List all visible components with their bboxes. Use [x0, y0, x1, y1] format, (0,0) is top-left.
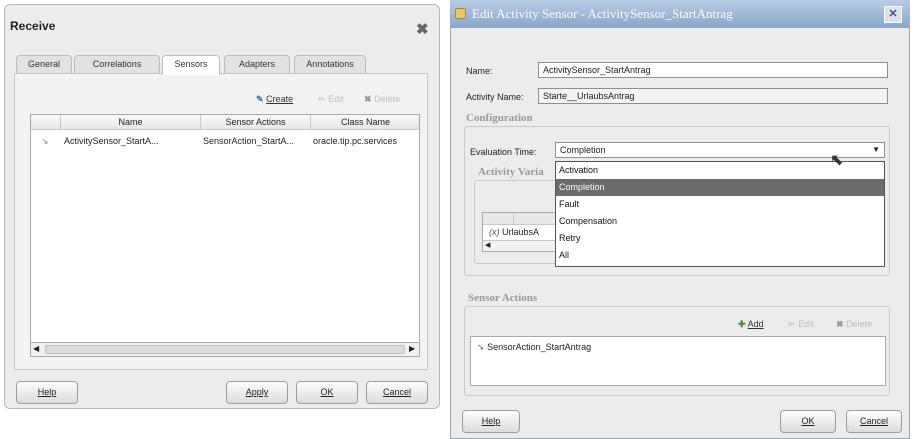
variables-table: (x) UrlaubsA ◀	[482, 212, 563, 252]
help-label: Help	[481, 416, 501, 426]
option-all[interactable]: All	[556, 247, 884, 264]
column-header-class-name[interactable]: Class Name	[311, 115, 419, 130]
sensor-actions-list: ➘ SensorAction_StartAntrag	[470, 336, 886, 386]
pencil-icon: ✏	[788, 319, 796, 329]
receive-title: Receive	[10, 19, 56, 33]
edit-action-button[interactable]: ✏ Edit	[788, 319, 814, 330]
sensor-icon: ↘	[41, 136, 49, 146]
row-name: ActivitySensor_StartA...	[64, 136, 159, 146]
ok-label: OK	[320, 387, 334, 397]
activity-name-label: Activity Name:	[466, 92, 524, 102]
create-label: Create	[266, 94, 294, 104]
tab-annotations[interactable]: Annotations	[294, 55, 366, 74]
edit-action-label: Edit	[798, 319, 814, 329]
create-button[interactable]: ✎ Create	[256, 94, 293, 105]
help-label: Help	[37, 387, 57, 397]
edit-label: Edit	[328, 94, 344, 104]
ok-button[interactable]: OK	[296, 381, 358, 404]
activity-name-field: Starte__UrlaubsAntrag	[538, 88, 888, 104]
ok-button[interactable]: OK	[780, 410, 836, 433]
variables-table-header	[483, 213, 563, 225]
cancel-label: Cancel	[859, 416, 888, 426]
option-compensation[interactable]: Compensation	[556, 213, 884, 230]
variable-icon: (x)	[489, 227, 500, 237]
variables-scrollbar[interactable]: ◀	[483, 240, 563, 251]
close-icon[interactable]: ✕	[884, 6, 902, 23]
option-fault[interactable]: Fault	[556, 196, 884, 213]
delete-action-label: Delete	[846, 319, 873, 329]
table-header-blank	[31, 115, 61, 130]
sensors-table: Name Sensor Actions Class Name ↘ Activit…	[30, 114, 420, 357]
add-button[interactable]: ✚ Add	[738, 319, 764, 330]
apply-button[interactable]: Apply	[226, 381, 288, 404]
scroll-thumb[interactable]	[45, 345, 405, 354]
ok-label: OK	[801, 416, 815, 426]
scroll-left-icon[interactable]: ◀	[33, 344, 39, 353]
sensor-action-name: SensorAction_StartAntrag	[487, 342, 592, 352]
activity-variables-title: Activity Varia	[478, 166, 544, 178]
evaluation-time-label: Evaluation Time:	[470, 147, 537, 157]
edit-button[interactable]: ✏ Edit	[318, 94, 344, 105]
tab-general[interactable]: General	[16, 55, 72, 74]
tab-correlations[interactable]: Correlations	[74, 55, 160, 74]
option-retry[interactable]: Retry	[556, 230, 884, 247]
table-row[interactable]: ↘ ActivitySensor_StartA... SensorAction_…	[31, 133, 419, 149]
row-sensor-actions: SensorAction_StartA...	[203, 136, 295, 146]
variable-name: UrlaubsA	[502, 227, 540, 237]
horizontal-scrollbar[interactable]: ◀ ▶	[30, 342, 420, 357]
help-button[interactable]: Help	[16, 381, 78, 404]
option-completion[interactable]: Completion	[556, 179, 884, 196]
help-button[interactable]: Help	[462, 410, 520, 433]
apply-label: Apply	[245, 387, 269, 397]
list-item[interactable]: ➘ SensorAction_StartAntrag	[477, 342, 591, 353]
delete-action-button[interactable]: ✖ Delete	[836, 319, 872, 330]
column-header-name[interactable]: Name	[61, 115, 201, 130]
scroll-right-icon[interactable]: ▶	[409, 344, 415, 353]
dialog-app-icon	[455, 8, 466, 19]
tab-adapters[interactable]: Adapters	[224, 55, 290, 74]
delete-icon: ✖	[364, 94, 372, 104]
evaluation-time-dropdown: Activation Completion Fault Compensation…	[555, 161, 885, 267]
delete-button[interactable]: ✖ Delete	[364, 94, 400, 105]
column-header-sensor-actions[interactable]: Sensor Actions	[201, 115, 311, 130]
add-label: Add	[747, 319, 764, 329]
sensor-action-icon: ➘	[477, 342, 485, 352]
name-field[interactable]: ActivitySensor_StartAntrag	[538, 62, 888, 78]
add-icon: ✚	[738, 319, 746, 329]
pencil-icon: ✏	[318, 94, 326, 104]
create-icon: ✎	[256, 94, 264, 104]
cancel-button[interactable]: Cancel	[846, 410, 902, 433]
table-row[interactable]: (x) UrlaubsA	[489, 227, 539, 237]
cancel-button[interactable]: Cancel	[366, 381, 428, 404]
chevron-down-icon: ▼	[872, 145, 880, 154]
delete-icon: ✖	[836, 319, 844, 329]
mouse-cursor-icon: ⬉	[830, 152, 844, 169]
evaluation-time-value: Completion	[560, 145, 606, 155]
close-icon[interactable]: ✖	[416, 20, 429, 38]
row-class-name: oracle.tip.pc.services	[313, 136, 398, 146]
cancel-label: Cancel	[382, 387, 411, 397]
column-divider	[513, 213, 514, 225]
scroll-left-icon[interactable]: ◀	[485, 241, 490, 249]
tab-sensors[interactable]: Sensors	[162, 55, 220, 75]
delete-label: Delete	[374, 94, 401, 104]
edit-sensor-title: Edit Activity Sensor - ActivitySensor_St…	[450, 0, 910, 28]
configuration-title: Configuration	[466, 112, 533, 124]
sensor-actions-title: Sensor Actions	[468, 292, 538, 304]
name-label: Name:	[466, 66, 493, 76]
